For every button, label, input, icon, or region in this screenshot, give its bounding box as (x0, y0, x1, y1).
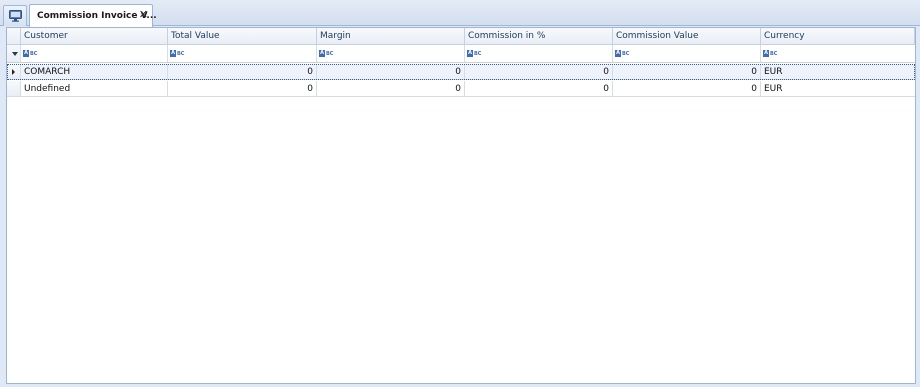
cell-margin[interactable]: 0 (317, 81, 465, 96)
row-indicator (7, 64, 21, 79)
monitor-icon (8, 10, 22, 22)
cell-commission-value[interactable]: 0 (613, 81, 761, 96)
window-right-edge (916, 27, 920, 384)
cell-customer[interactable]: COMARCH (21, 64, 168, 79)
column-header-total-value[interactable]: Total Value (168, 28, 317, 44)
grid-header-row: Customer Total Value Margin Commission i… (7, 28, 915, 45)
abc-filter-icon: A BC (319, 50, 334, 57)
row-indicator-header (7, 28, 21, 44)
tab-commission-invoice[interactable]: Commission Invoice V... ✕ (29, 4, 157, 27)
filter-cell-commission-value[interactable]: A BC (613, 45, 761, 62)
table-row[interactable]: COMARCH 0 0 0 0 EUR (7, 64, 915, 80)
table-row[interactable]: Undefined 0 0 0 0 EUR (7, 81, 915, 97)
abc-filter-icon: A BC (467, 50, 482, 57)
cell-customer[interactable]: Undefined (21, 81, 168, 96)
close-icon[interactable]: ✕ (139, 9, 148, 21)
tab-strip: Commission Invoice V... ✕ (0, 0, 920, 27)
filter-cell-commission-pct[interactable]: A BC (465, 45, 613, 62)
row-indicator (7, 81, 21, 96)
cell-total-value[interactable]: 0 (168, 81, 317, 96)
column-header-commission-value[interactable]: Commission Value (613, 28, 761, 44)
column-header-margin[interactable]: Margin (317, 28, 465, 44)
commission-grid: Customer Total Value Margin Commission i… (6, 27, 916, 384)
home-tab[interactable] (3, 5, 27, 26)
abc-filter-icon: A BC (170, 50, 185, 57)
abc-filter-icon: A BC (615, 50, 630, 57)
grid-filter-row: A BC A BC A BC A BC A BC A BC (7, 45, 915, 63)
column-header-commission-pct[interactable]: Commission in % (465, 28, 613, 44)
filter-cell-margin[interactable]: A BC (317, 45, 465, 62)
cell-currency[interactable]: EUR (761, 64, 915, 79)
cell-commission-pct[interactable]: 0 (465, 81, 613, 96)
column-header-customer[interactable]: Customer (21, 28, 168, 44)
cell-total-value[interactable]: 0 (168, 64, 317, 79)
abc-filter-icon: A BC (763, 50, 778, 57)
row-pointer-icon (12, 68, 15, 75)
abc-filter-icon: A BC (23, 50, 38, 57)
cell-margin[interactable]: 0 (317, 64, 465, 79)
cell-commission-pct[interactable]: 0 (465, 64, 613, 79)
cell-commission-value[interactable]: 0 (613, 64, 761, 79)
filter-cell-currency[interactable]: A BC (761, 45, 915, 62)
filter-cell-customer[interactable]: A BC (21, 45, 168, 62)
filter-cell-total-value[interactable]: A BC (168, 45, 317, 62)
column-header-currency[interactable]: Currency (761, 28, 915, 44)
cell-currency[interactable]: EUR (761, 81, 915, 96)
filter-funnel-icon[interactable] (7, 45, 21, 62)
